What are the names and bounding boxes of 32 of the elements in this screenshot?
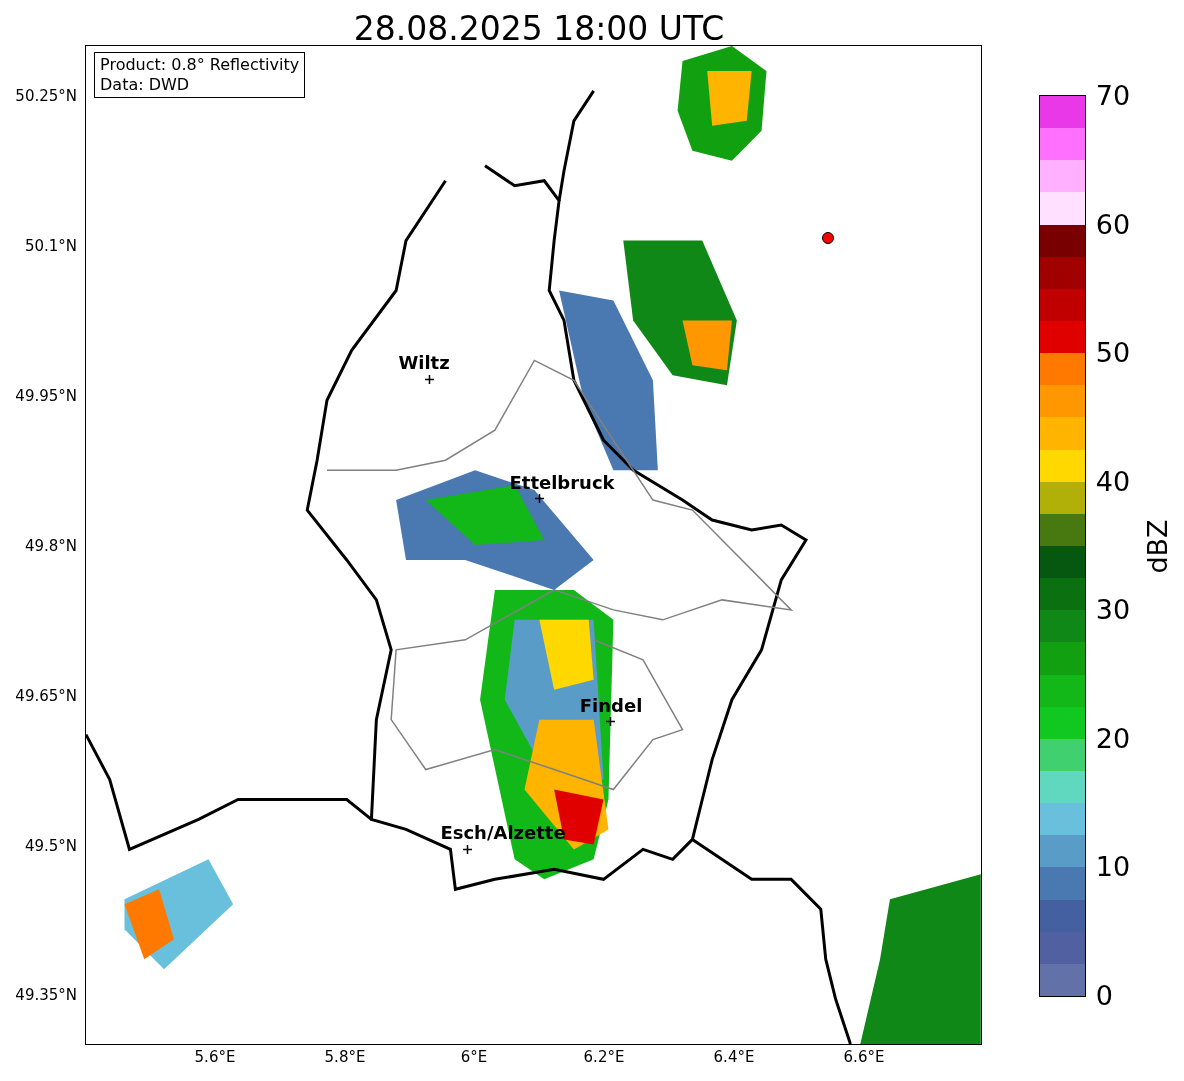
- x-tick-label: 6.2°E: [583, 1050, 625, 1065]
- y-tick-label: 50.25°N: [15, 89, 78, 104]
- city-label: Ettelbruck: [509, 474, 615, 492]
- x-tick-label: 5.8°E: [324, 1050, 366, 1065]
- y-tick-label: 49.95°N: [15, 389, 78, 404]
- x-tick-label: 5.6°E: [194, 1050, 236, 1065]
- plus-marker-icon: [463, 845, 473, 854]
- colorbar-tick-label: 40: [1095, 467, 1131, 495]
- colorbar-tick-label: 20: [1095, 724, 1131, 752]
- info-line: Data: DWD: [100, 75, 191, 95]
- plus-marker-icon: [425, 375, 435, 384]
- city-label: Wiltz: [398, 354, 450, 372]
- y-tick-label: 49.5°N: [24, 839, 78, 854]
- x-tick-label: 6.4°E: [713, 1050, 755, 1065]
- colorbar-tick-label: 60: [1095, 210, 1131, 238]
- colorbar-tick-label: 30: [1095, 596, 1131, 624]
- plus-marker-icon: [535, 494, 545, 503]
- y-tick-label: 49.35°N: [15, 988, 78, 1003]
- colorbar-tick-label: 10: [1095, 853, 1131, 881]
- chart-title: 28.08.2025 18:00 UTC: [353, 12, 725, 45]
- colorbar-label: dBZ: [1143, 518, 1171, 574]
- location-dot-icon: [822, 232, 835, 244]
- plus-marker-icon: [606, 717, 616, 726]
- colorbar-tick-label: 50: [1095, 339, 1131, 367]
- x-tick-label: 6.6°E: [843, 1050, 885, 1065]
- info-line: Product: 0.8° Reflectivity: [100, 55, 300, 75]
- colorbar-tick-label: 0: [1095, 982, 1113, 1009]
- colorbar-tick-label: 70: [1095, 82, 1131, 109]
- x-tick-label: 6°E: [460, 1050, 488, 1065]
- y-tick-label: 50.1°N: [24, 239, 78, 254]
- y-tick-label: 49.65°N: [15, 689, 78, 704]
- y-tick-label: 49.8°N: [24, 539, 78, 554]
